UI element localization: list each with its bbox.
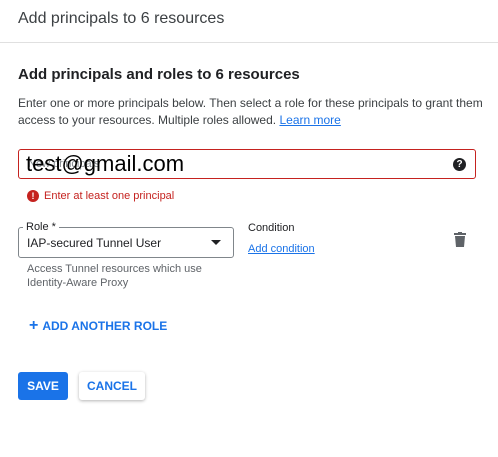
dropdown-caret-icon (211, 240, 221, 245)
add-condition-link[interactable]: Add condition (248, 243, 315, 255)
dialog-title: Add principals to 6 resources (18, 10, 225, 27)
role-selected-value: IAP-secured Tunnel User (27, 236, 162, 250)
section-title: Add principals and roles to 6 resources (18, 66, 300, 83)
error-icon: ! (27, 189, 39, 202)
condition-label: Condition (248, 222, 295, 234)
description-text: Enter one or more principals below. Then… (18, 96, 483, 127)
save-button[interactable]: SAVE (18, 372, 68, 400)
trash-icon[interactable] (453, 232, 467, 248)
cancel-button[interactable]: CANCEL (79, 372, 145, 400)
help-circle-icon[interactable]: ? (453, 158, 466, 171)
principals-error: ! Enter at least one principal (27, 187, 175, 202)
role-hint: Access Tunnel resources which use Identi… (27, 263, 202, 289)
role-label: Role * (23, 221, 59, 233)
section-description: Enter one or more principals below. Then… (18, 95, 488, 129)
dialog-header: Add principals to 6 resources (0, 0, 498, 43)
add-another-role-label: ADD ANOTHER ROLE (42, 318, 168, 333)
new-principals-value[interactable]: test@gmail.com (26, 151, 184, 177)
learn-more-link[interactable]: Learn more (279, 113, 340, 127)
add-another-role-button[interactable]: + ADD ANOTHER ROLE (29, 317, 167, 335)
principals-error-text: Enter at least one principal (44, 189, 175, 202)
plus-icon: + (29, 316, 39, 334)
